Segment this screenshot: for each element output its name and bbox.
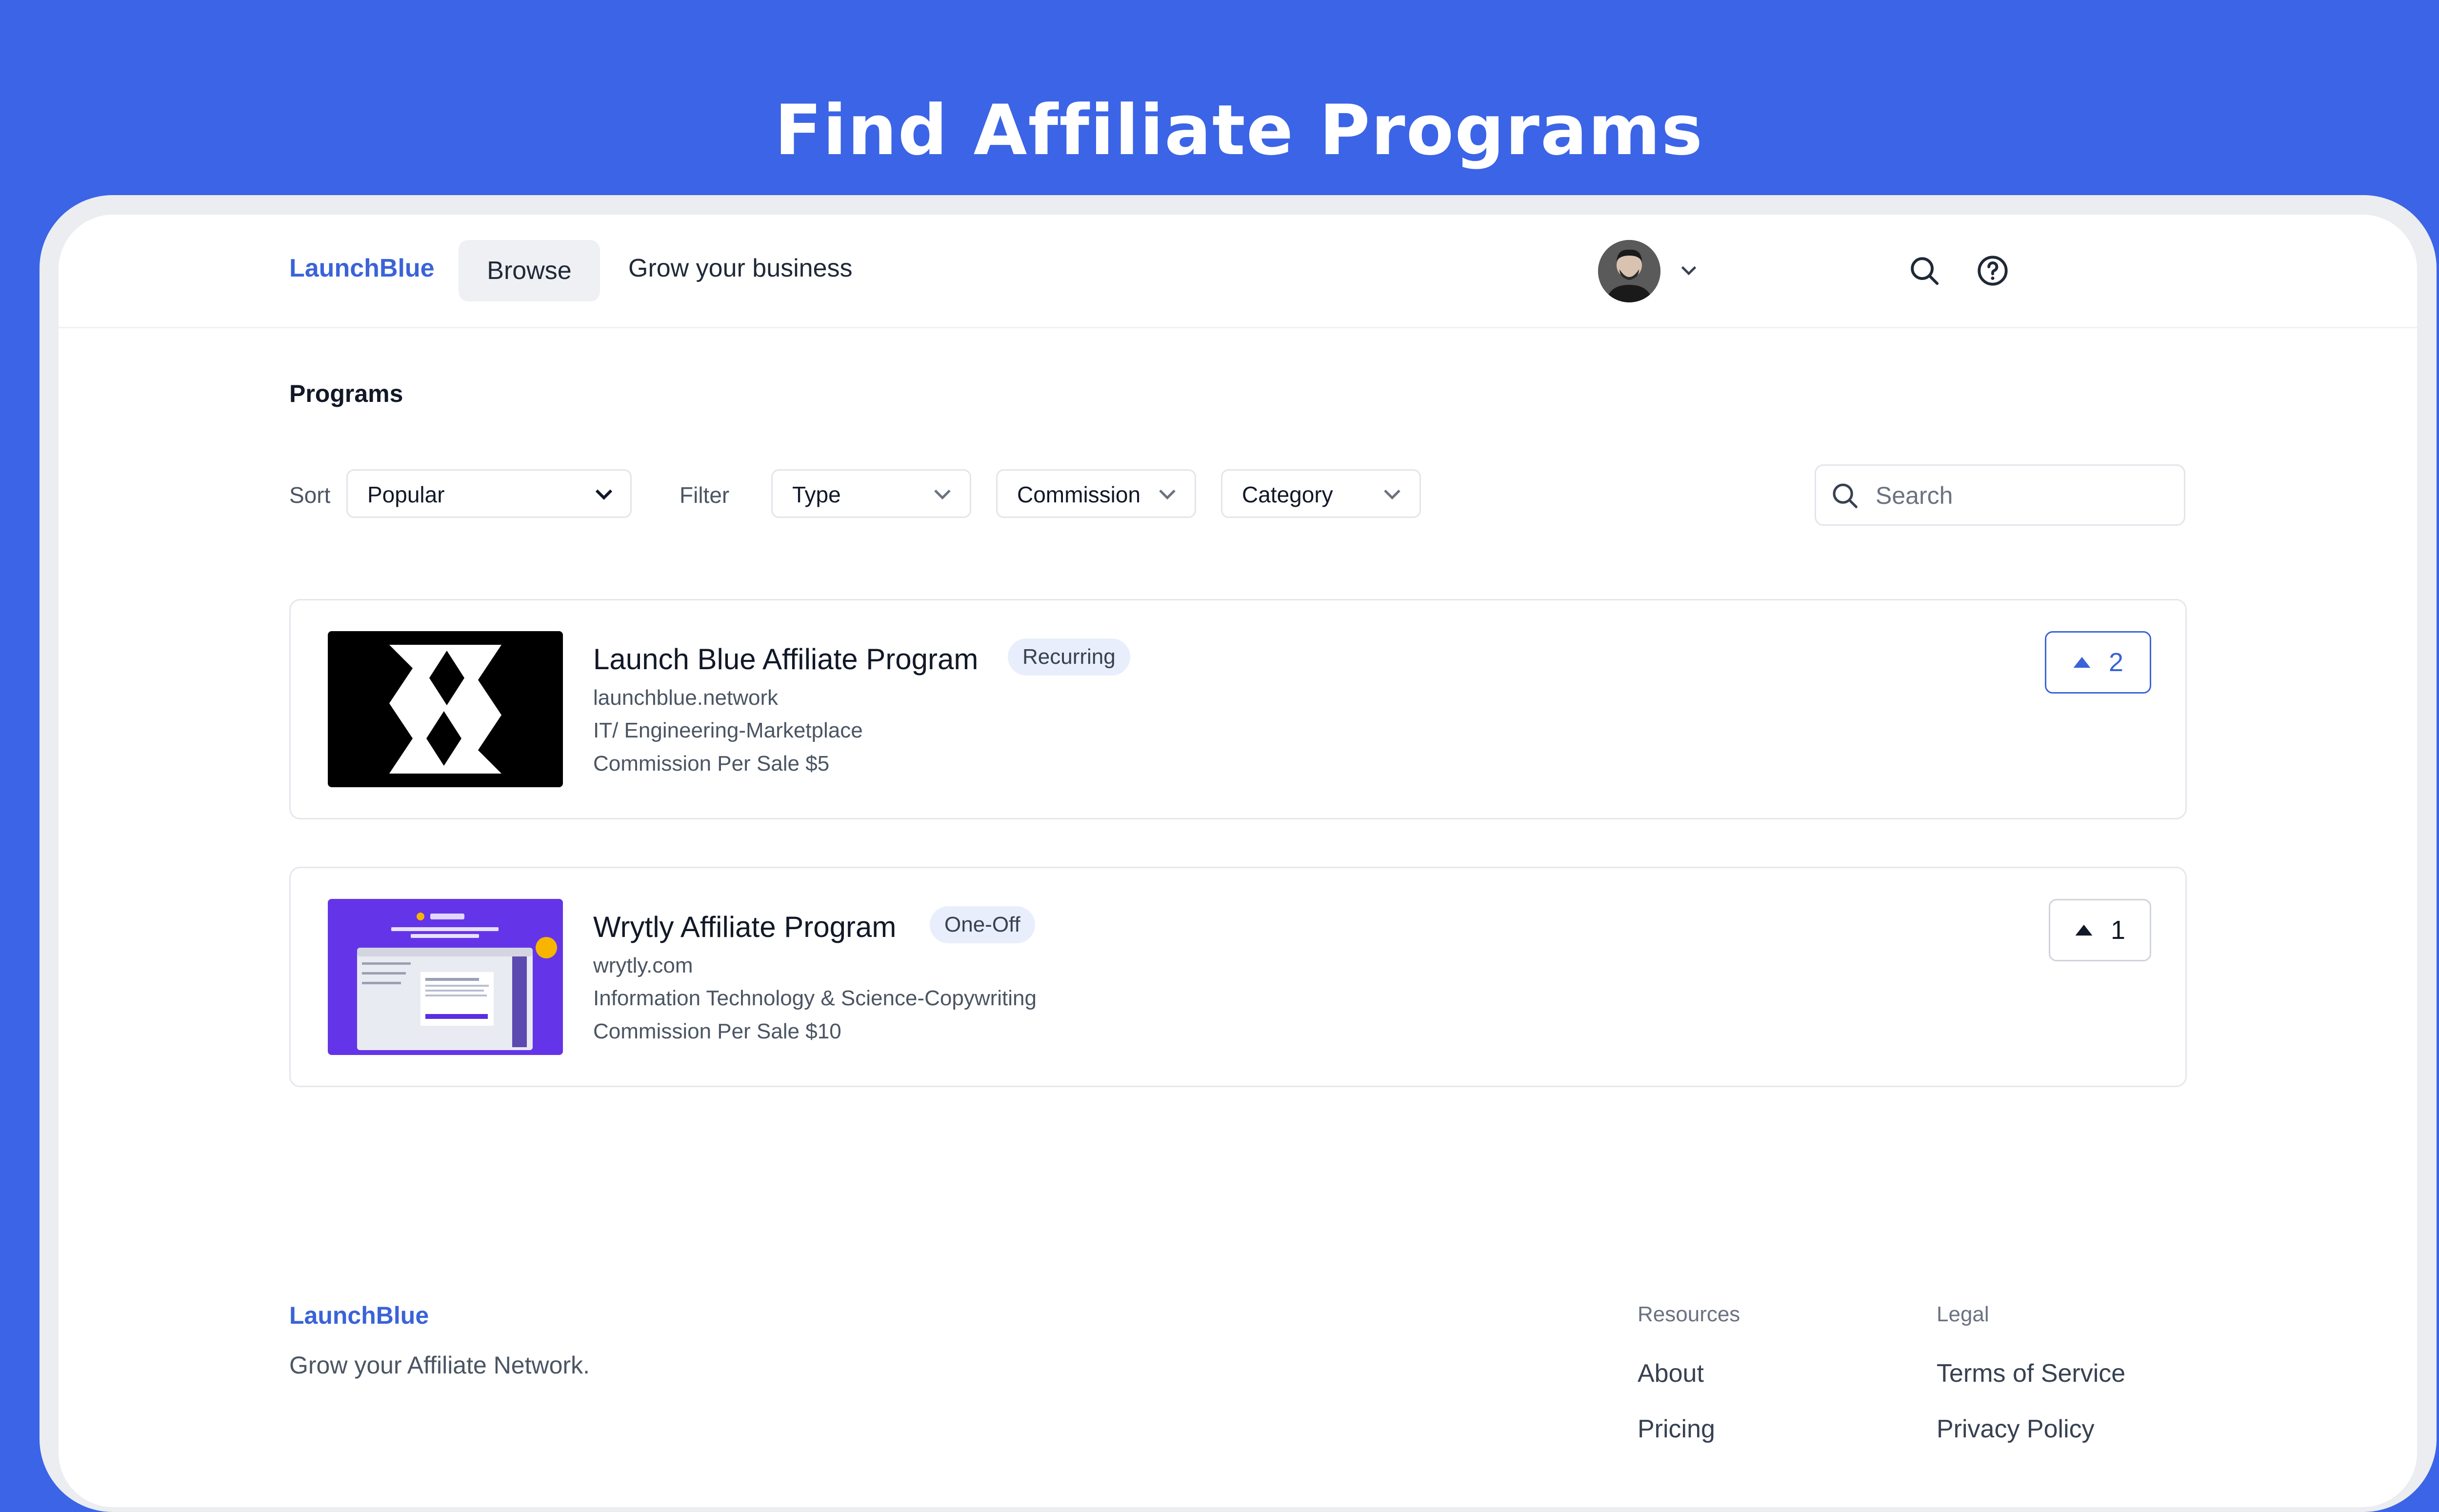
sort-select-value: Popular xyxy=(367,482,445,507)
search-input[interactable] xyxy=(1875,476,2169,516)
footer-link-terms[interactable]: Terms of Service xyxy=(1937,1359,2125,1388)
wrytly-screenshot-icon xyxy=(328,899,563,1055)
footer-link-about[interactable]: About xyxy=(1638,1359,1704,1388)
program-commission: Commission Per Sale $10 xyxy=(593,1019,841,1043)
search-icon[interactable] xyxy=(1907,254,1941,288)
footer-link-privacy[interactable]: Privacy Policy xyxy=(1937,1414,2095,1444)
program-card[interactable]: Wrytly Affiliate Program One-Off wrytly.… xyxy=(289,867,2187,1087)
vote-count: 2 xyxy=(2108,648,2124,677)
chevron-down-icon xyxy=(1384,489,1400,500)
top-navigation-bar: LaunchBlue Browse Grow your business xyxy=(59,215,2417,328)
upvote-triangle-icon xyxy=(2073,657,2091,668)
program-domain[interactable]: wrytly.com xyxy=(593,954,693,978)
footer-link-pricing[interactable]: Pricing xyxy=(1638,1414,1715,1444)
program-domain[interactable]: launchblue.network xyxy=(593,686,778,710)
filter-type-select[interactable]: Type xyxy=(771,469,971,518)
program-type-badge: One-Off xyxy=(930,906,1035,943)
page-title: Programs xyxy=(289,380,403,407)
upvote-triangle-icon xyxy=(2075,924,2093,936)
filter-category-label: Category xyxy=(1242,482,1333,507)
app-window: LaunchBlue Browse Grow your business Pro xyxy=(59,215,2417,1507)
footer-legal-heading: Legal xyxy=(1937,1302,1989,1326)
program-category: IT/ Engineering-Marketplace xyxy=(593,718,863,742)
vote-count: 1 xyxy=(2110,915,2126,945)
nav-browse[interactable]: Browse xyxy=(459,240,600,301)
hero-title: Find Affiliate Programs xyxy=(774,90,1704,171)
upvote-button[interactable]: 2 xyxy=(2045,631,2151,694)
nav-grow-your-business[interactable]: Grow your business xyxy=(628,254,853,283)
program-name[interactable]: Wrytly Affiliate Program xyxy=(593,910,896,944)
filter-commission-select[interactable]: Commission xyxy=(996,469,1196,518)
chevron-down-icon xyxy=(595,489,613,500)
footer-brand[interactable]: LaunchBlue xyxy=(289,1301,429,1330)
chevron-down-icon xyxy=(934,489,951,500)
program-logo xyxy=(328,899,563,1055)
footer-resources-heading: Resources xyxy=(1638,1302,1740,1326)
launchblue-logo-icon xyxy=(389,645,501,774)
chevron-down-icon[interactable] xyxy=(1680,263,1698,278)
sort-select[interactable]: Popular xyxy=(346,469,632,518)
upvote-button[interactable]: 1 xyxy=(2049,899,2151,961)
avatar[interactable] xyxy=(1598,240,1660,302)
program-category: Information Technology & Science-Copywri… xyxy=(593,986,1037,1010)
brand-logo[interactable]: LaunchBlue xyxy=(289,254,435,283)
program-commission: Commission Per Sale $5 xyxy=(593,752,830,776)
program-name[interactable]: Launch Blue Affiliate Program xyxy=(593,642,978,676)
program-card[interactable]: Launch Blue Affiliate Program Recurring … xyxy=(289,599,2187,819)
program-logo xyxy=(328,631,563,787)
sort-label: Sort xyxy=(289,482,331,508)
chevron-down-icon xyxy=(1159,489,1176,500)
filter-label: Filter xyxy=(680,482,730,508)
filter-type-label: Type xyxy=(792,482,841,507)
search-icon xyxy=(1833,483,1858,508)
search-field[interactable] xyxy=(1815,464,2185,526)
help-icon[interactable] xyxy=(1976,254,2010,288)
user-avatar-icon xyxy=(1598,240,1660,302)
filter-commission-label: Commission xyxy=(1017,482,1141,507)
footer-tagline: Grow your Affiliate Network. xyxy=(289,1352,590,1379)
program-type-badge: Recurring xyxy=(1008,638,1130,676)
filter-category-select[interactable]: Category xyxy=(1221,469,1421,518)
